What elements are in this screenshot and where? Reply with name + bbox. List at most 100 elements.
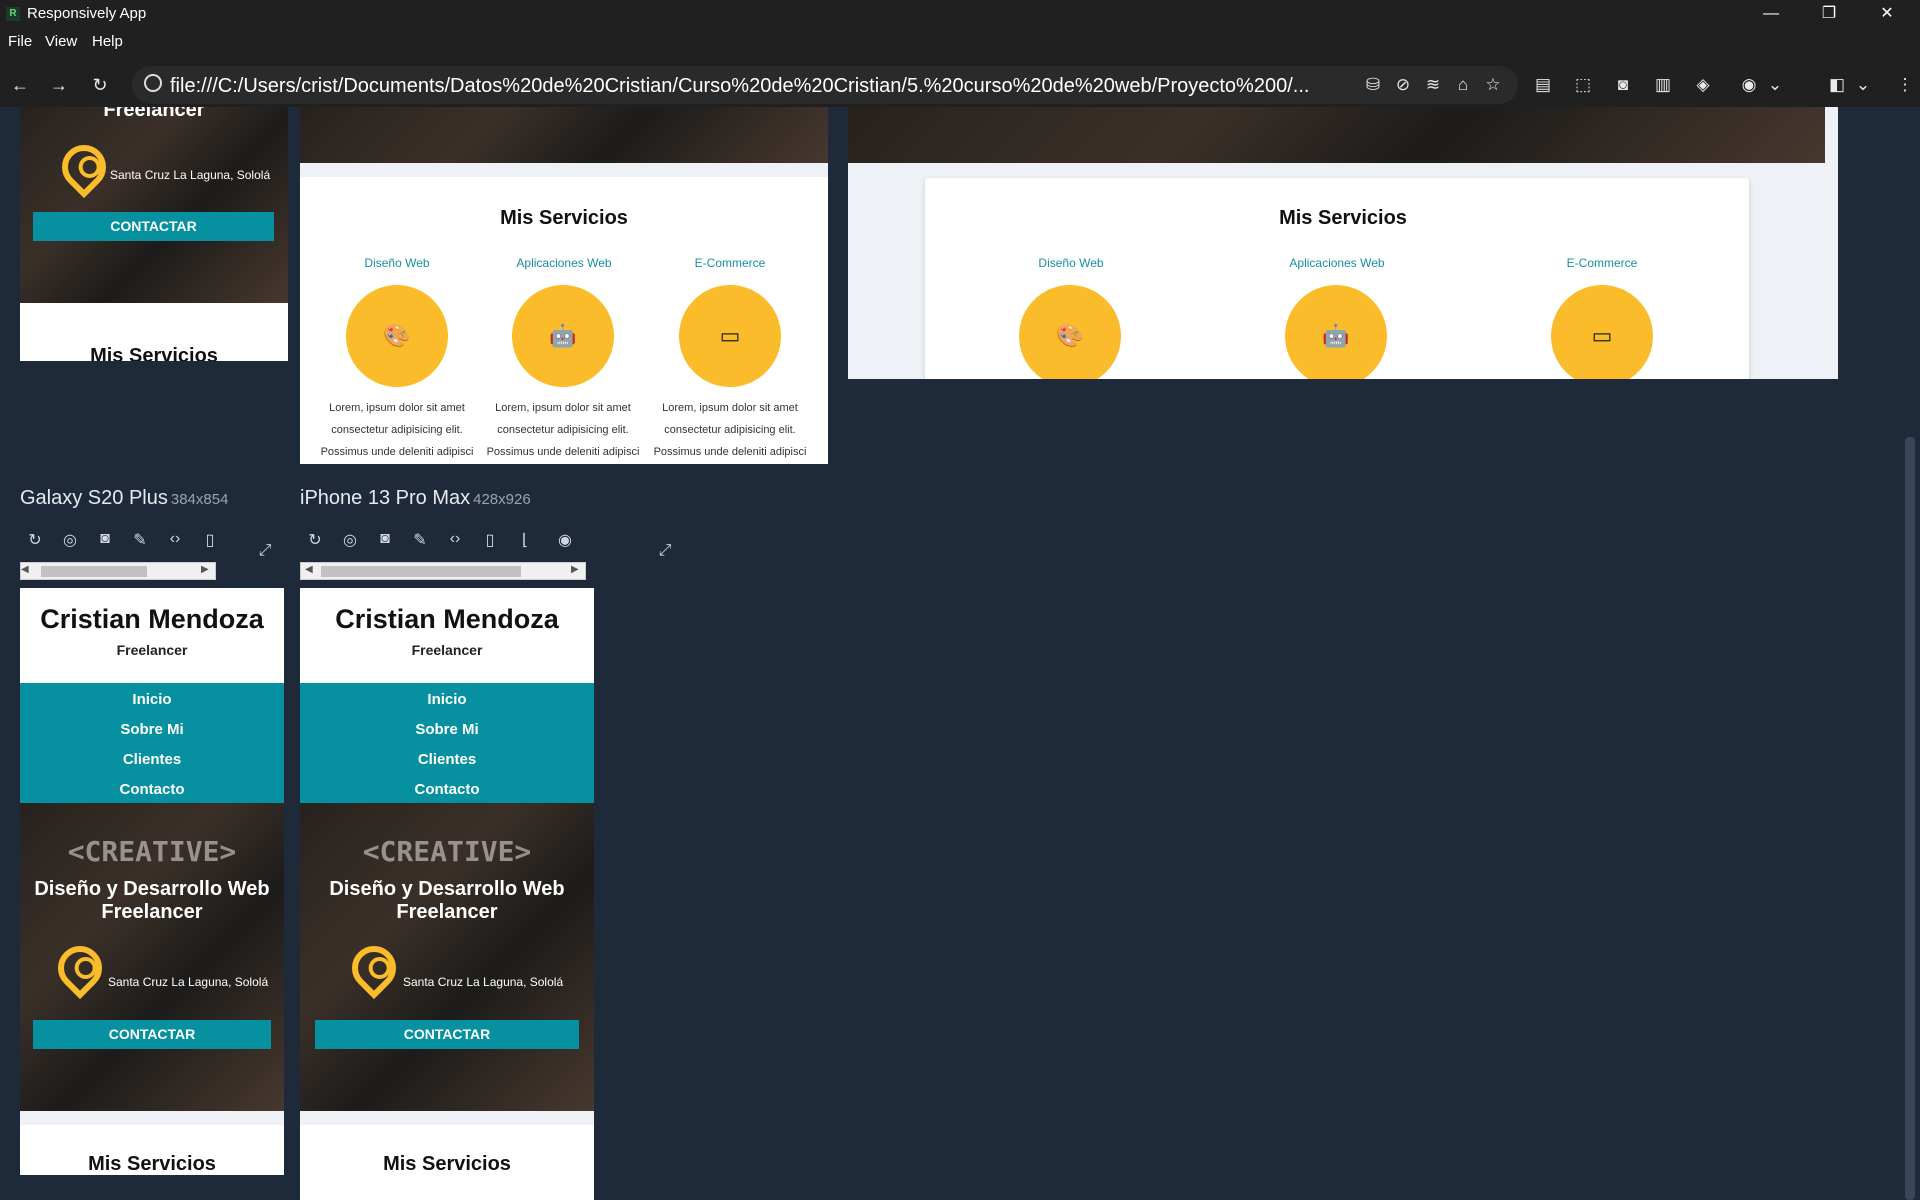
location-text: Santa Cruz La Laguna, Sololá (403, 975, 564, 989)
nav-link-sobre-mi[interactable]: Sobre Mi (20, 715, 284, 745)
globe-icon (144, 74, 162, 92)
service-description: Lorem, ipsum dolor sit amet consectetur a… (320, 402, 474, 458)
service-label: Diseño Web (1038, 256, 1104, 270)
service-description: Lorem, ipsum dolor sit amet consectetur a… (653, 402, 807, 458)
credit-card-icon: ▭ (679, 285, 781, 387)
creative-text: <CREATIVE> (362, 835, 532, 868)
home-icon[interactable]: ⌂ (1452, 74, 1474, 96)
site-nav: Inicio Sobre Mi Clientes Contacto (20, 683, 284, 803)
camera-icon[interactable]: ◙ (374, 530, 396, 548)
vertical-scrollbar[interactable] (1898, 107, 1920, 1200)
url-text[interactable]: file:///C:/Users/crist/Documents/Datos%2… (170, 75, 1309, 98)
site-name: Cristian Mendoza (335, 604, 559, 634)
contact-button[interactable]: CONTACTAR (33, 1020, 271, 1049)
bookmark-star-icon[interactable]: ☆ (1482, 74, 1504, 96)
app-icon: R (6, 7, 20, 21)
service-label: Aplicaciones Web (1289, 256, 1385, 270)
expand-icon[interactable]: ⤢ (654, 542, 676, 560)
contact-button[interactable]: CONTACTAR (33, 212, 274, 241)
location-text: Santa Cruz La Laguna, Sololá (110, 168, 271, 182)
window-title: Responsively App (27, 5, 147, 22)
hero-section (20, 107, 288, 303)
expand-icon[interactable]: ⤢ (254, 542, 276, 560)
forward-button[interactable]: → (48, 75, 70, 95)
screenshot-icon[interactable]: ◎ (59, 530, 81, 550)
nav-link-inicio[interactable]: Inicio (20, 685, 284, 715)
menu-file[interactable]: File (8, 33, 32, 50)
reload-button[interactable]: ↻ (89, 75, 111, 95)
rotate-icon[interactable]: ↻ (24, 530, 46, 550)
device-preview-small: Freelancer Santa Cruz La Laguna, Sololá … (20, 107, 288, 361)
site-role: Freelancer (411, 642, 483, 658)
pipette-icon[interactable]: ✎ (409, 530, 431, 550)
nav-link-sobre-mi[interactable]: Sobre Mi (300, 715, 594, 745)
title-bar: R Responsively App — ❐ ✕ (0, 0, 1920, 28)
pipette-icon[interactable]: ✎ (129, 530, 151, 550)
services-title: Mis Servicios (383, 1153, 511, 1175)
nav-link-contacto[interactable]: Contacto (20, 775, 284, 805)
service-description: Lorem, ipsum dolor sit amet consectetur a… (486, 402, 640, 458)
site-header: Cristian Mendoza Freelancer (300, 588, 594, 683)
hero-section (300, 107, 828, 163)
minimize-button[interactable]: — (1748, 2, 1794, 26)
ruler-icon[interactable]: ⌊ (514, 530, 536, 550)
services-title: Mis Servicios (1279, 207, 1407, 229)
horizontal-scrollbar[interactable]: ◀ ▶ (300, 562, 586, 580)
nav-link-contacto[interactable]: Contacto (300, 775, 594, 805)
hero-section (848, 107, 1825, 163)
services-title: Mis Servicios (90, 345, 218, 361)
credit-card-icon: ▭ (1551, 285, 1653, 379)
preview-layout-icon[interactable]: ◧ (1826, 74, 1848, 96)
layers-icon[interactable]: ◈ (1692, 74, 1714, 96)
screenshot-icon[interactable]: ◎ (339, 530, 361, 550)
horizontal-scrollbar[interactable]: ◀ ▶ (20, 562, 216, 580)
menu-bar: File View Help (0, 28, 1920, 56)
hero-title: Freelancer (103, 107, 205, 121)
android-apple-icon: 🤖 (512, 285, 614, 387)
code-icon[interactable]: ‹› (164, 530, 186, 548)
hero-title: Diseño y Desarrollo Web Freelancer (329, 878, 565, 923)
inspect-icon[interactable]: ⬚ (1572, 74, 1594, 96)
device-toggle-icon[interactable]: ▯ (479, 530, 501, 550)
more-menu-icon[interactable]: ⋮ (1894, 74, 1916, 96)
close-button[interactable]: ✕ (1864, 2, 1910, 26)
chevron-down-icon[interactable]: ⌄ (1852, 74, 1874, 96)
palette-icon: 🎨 (1019, 285, 1121, 379)
device-preview-tablet: Mis Servicios Diseño Web Aplicaciones We… (300, 107, 828, 464)
services-title: Mis Servicios (88, 1153, 216, 1175)
location-text: Santa Cruz La Laguna, Sololá (108, 975, 269, 989)
menu-help[interactable]: Help (92, 33, 123, 50)
device-name: Galaxy S20 Plus 384x854 (20, 487, 229, 509)
back-button[interactable]: ← (9, 75, 31, 95)
device-toggle-icon[interactable]: ▯ (199, 530, 221, 550)
hero-title: Diseño y Desarrollo Web Freelancer (34, 878, 270, 923)
restore-button[interactable]: ❐ (1806, 2, 1852, 26)
hide-eye-icon[interactable]: ◉ (1738, 74, 1760, 96)
device-name: iPhone 13 Pro Max 428x926 (300, 487, 531, 509)
camera-icon[interactable]: ◙ (94, 530, 116, 548)
galaxy-preview: Cristian Mendoza Freelancer Inicio Sobre… (20, 588, 284, 1175)
clear-storage-icon[interactable]: ⛁ (1362, 74, 1384, 96)
nav-link-inicio[interactable]: Inicio (300, 685, 594, 715)
document-icon[interactable]: ▥ (1652, 74, 1674, 96)
camera-icon[interactable]: ◙ (1612, 74, 1634, 96)
hide-eye-icon[interactable]: ◉ (554, 530, 576, 550)
code-icon[interactable]: ‹› (444, 530, 466, 548)
nav-link-clientes[interactable]: Clientes (20, 745, 284, 775)
network-icon[interactable]: ≋ (1422, 74, 1444, 96)
android-apple-icon: 🤖 (1285, 285, 1387, 379)
cache-icon[interactable]: ⊘ (1392, 74, 1414, 96)
nav-link-clientes[interactable]: Clientes (300, 745, 594, 775)
service-label: Aplicaciones Web (516, 256, 612, 270)
service-label: E-Commerce (694, 256, 766, 270)
chevron-down-icon[interactable]: ⌄ (1764, 74, 1786, 96)
rotate-icon[interactable]: ↻ (304, 530, 326, 550)
layout-icon[interactable]: ▤ (1532, 74, 1554, 96)
iphone-preview: Cristian Mendoza Freelancer Inicio Sobre… (300, 588, 594, 1200)
address-bar[interactable]: file:///C:/Users/crist/Documents/Datos%2… (132, 66, 1518, 104)
contact-button[interactable]: CONTACTAR (315, 1020, 579, 1049)
service-label: E-Commerce (1566, 256, 1638, 270)
creative-text: <CREATIVE> (67, 835, 237, 868)
palette-icon: 🎨 (346, 285, 448, 387)
menu-view[interactable]: View (45, 33, 77, 50)
